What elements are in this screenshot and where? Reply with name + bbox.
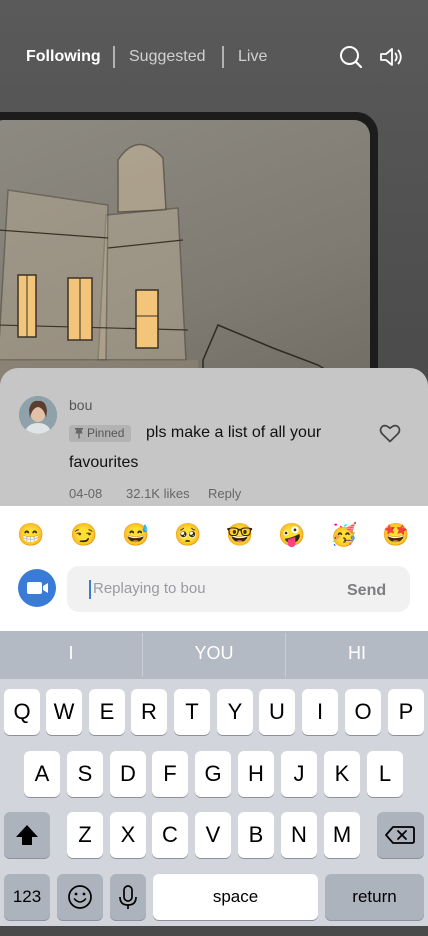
emoji-key[interactable] xyxy=(57,874,103,920)
key-x[interactable]: X xyxy=(110,812,146,858)
camera-icon xyxy=(27,582,48,594)
key-p[interactable]: P xyxy=(388,689,424,735)
reply-input-placeholder: Replaying to bou xyxy=(93,580,206,597)
search-icon[interactable] xyxy=(338,44,364,70)
comment-likes: 32.1K likes xyxy=(126,486,190,501)
emoji-party[interactable]: 🥳 xyxy=(330,522,357,548)
suggestion-1[interactable]: I xyxy=(0,643,142,664)
key-u[interactable]: U xyxy=(259,689,295,735)
key-g[interactable]: G xyxy=(195,751,231,797)
shift-icon xyxy=(16,825,38,845)
pin-icon xyxy=(75,428,83,439)
emoji-nerd[interactable]: 🤓 xyxy=(226,522,253,548)
key-e[interactable]: E xyxy=(89,689,125,735)
nav-divider xyxy=(222,46,224,68)
emoji-smirk[interactable]: 😏 xyxy=(70,522,97,548)
pinned-badge: Pinned xyxy=(69,425,132,442)
emoji-grin[interactable]: 😁 xyxy=(17,522,44,548)
key-o[interactable]: O xyxy=(345,689,381,735)
nav-divider xyxy=(113,46,115,68)
tab-following[interactable]: Following xyxy=(26,48,101,66)
emoji-sweat-smile[interactable]: 😅 xyxy=(122,522,149,548)
comment-text-line1: pls make a list of all your xyxy=(146,424,322,441)
key-w[interactable]: W xyxy=(46,689,82,735)
pinned-label: Pinned xyxy=(87,426,125,440)
emoji-star-struck[interactable]: 🤩 xyxy=(382,522,409,548)
key-s[interactable]: S xyxy=(67,751,103,797)
video-reply-button[interactable] xyxy=(18,569,56,607)
shift-key[interactable] xyxy=(4,812,50,858)
tab-live[interactable]: Live xyxy=(238,48,267,66)
key-r[interactable]: R xyxy=(131,689,167,735)
microphone-icon xyxy=(119,885,137,909)
key-d[interactable]: D xyxy=(110,751,146,797)
heart-icon[interactable] xyxy=(378,421,402,445)
key-c[interactable]: C xyxy=(152,812,188,858)
key-i[interactable]: I xyxy=(302,689,338,735)
speaker-icon[interactable] xyxy=(378,44,404,70)
key-a[interactable]: A xyxy=(24,751,60,797)
key-z[interactable]: Z xyxy=(67,812,103,858)
key-b[interactable]: B xyxy=(238,812,274,858)
comment-text-line2: favourites xyxy=(69,454,139,471)
key-t[interactable]: T xyxy=(174,689,210,735)
numbers-key[interactable]: 123 xyxy=(4,874,50,920)
key-q[interactable]: Q xyxy=(4,689,40,735)
key-y[interactable]: Y xyxy=(217,689,253,735)
send-button[interactable]: Send xyxy=(347,582,386,600)
comment-username[interactable]: bou xyxy=(69,397,92,413)
key-j[interactable]: J xyxy=(281,751,317,797)
suggestion-2[interactable]: YOU xyxy=(143,643,285,664)
user-photo xyxy=(19,396,57,434)
reply-button[interactable]: Reply xyxy=(208,486,241,501)
comment-date: 04-08 xyxy=(69,486,103,501)
backspace-icon xyxy=(385,826,415,844)
backspace-key[interactable] xyxy=(377,812,424,858)
text-caret xyxy=(89,580,91,599)
return-key[interactable]: return xyxy=(325,874,424,920)
emoji-icon xyxy=(68,885,92,909)
top-nav: Following Suggested Live xyxy=(0,44,428,70)
space-key[interactable]: space xyxy=(153,874,318,920)
emoji-pleading[interactable]: 🥺 xyxy=(174,522,201,548)
key-l[interactable]: L xyxy=(367,751,403,797)
emoji-zany[interactable]: 🤪 xyxy=(278,522,305,548)
suggestion-3[interactable]: HI xyxy=(286,643,428,664)
key-v[interactable]: V xyxy=(195,812,231,858)
key-h[interactable]: H xyxy=(238,751,274,797)
dictation-key[interactable] xyxy=(110,874,146,920)
key-m[interactable]: M xyxy=(324,812,360,858)
key-n[interactable]: N xyxy=(281,812,317,858)
tab-suggested[interactable]: Suggested xyxy=(129,48,206,66)
key-f[interactable]: F xyxy=(152,751,188,797)
avatar[interactable] xyxy=(19,396,57,434)
key-k[interactable]: K xyxy=(324,751,360,797)
